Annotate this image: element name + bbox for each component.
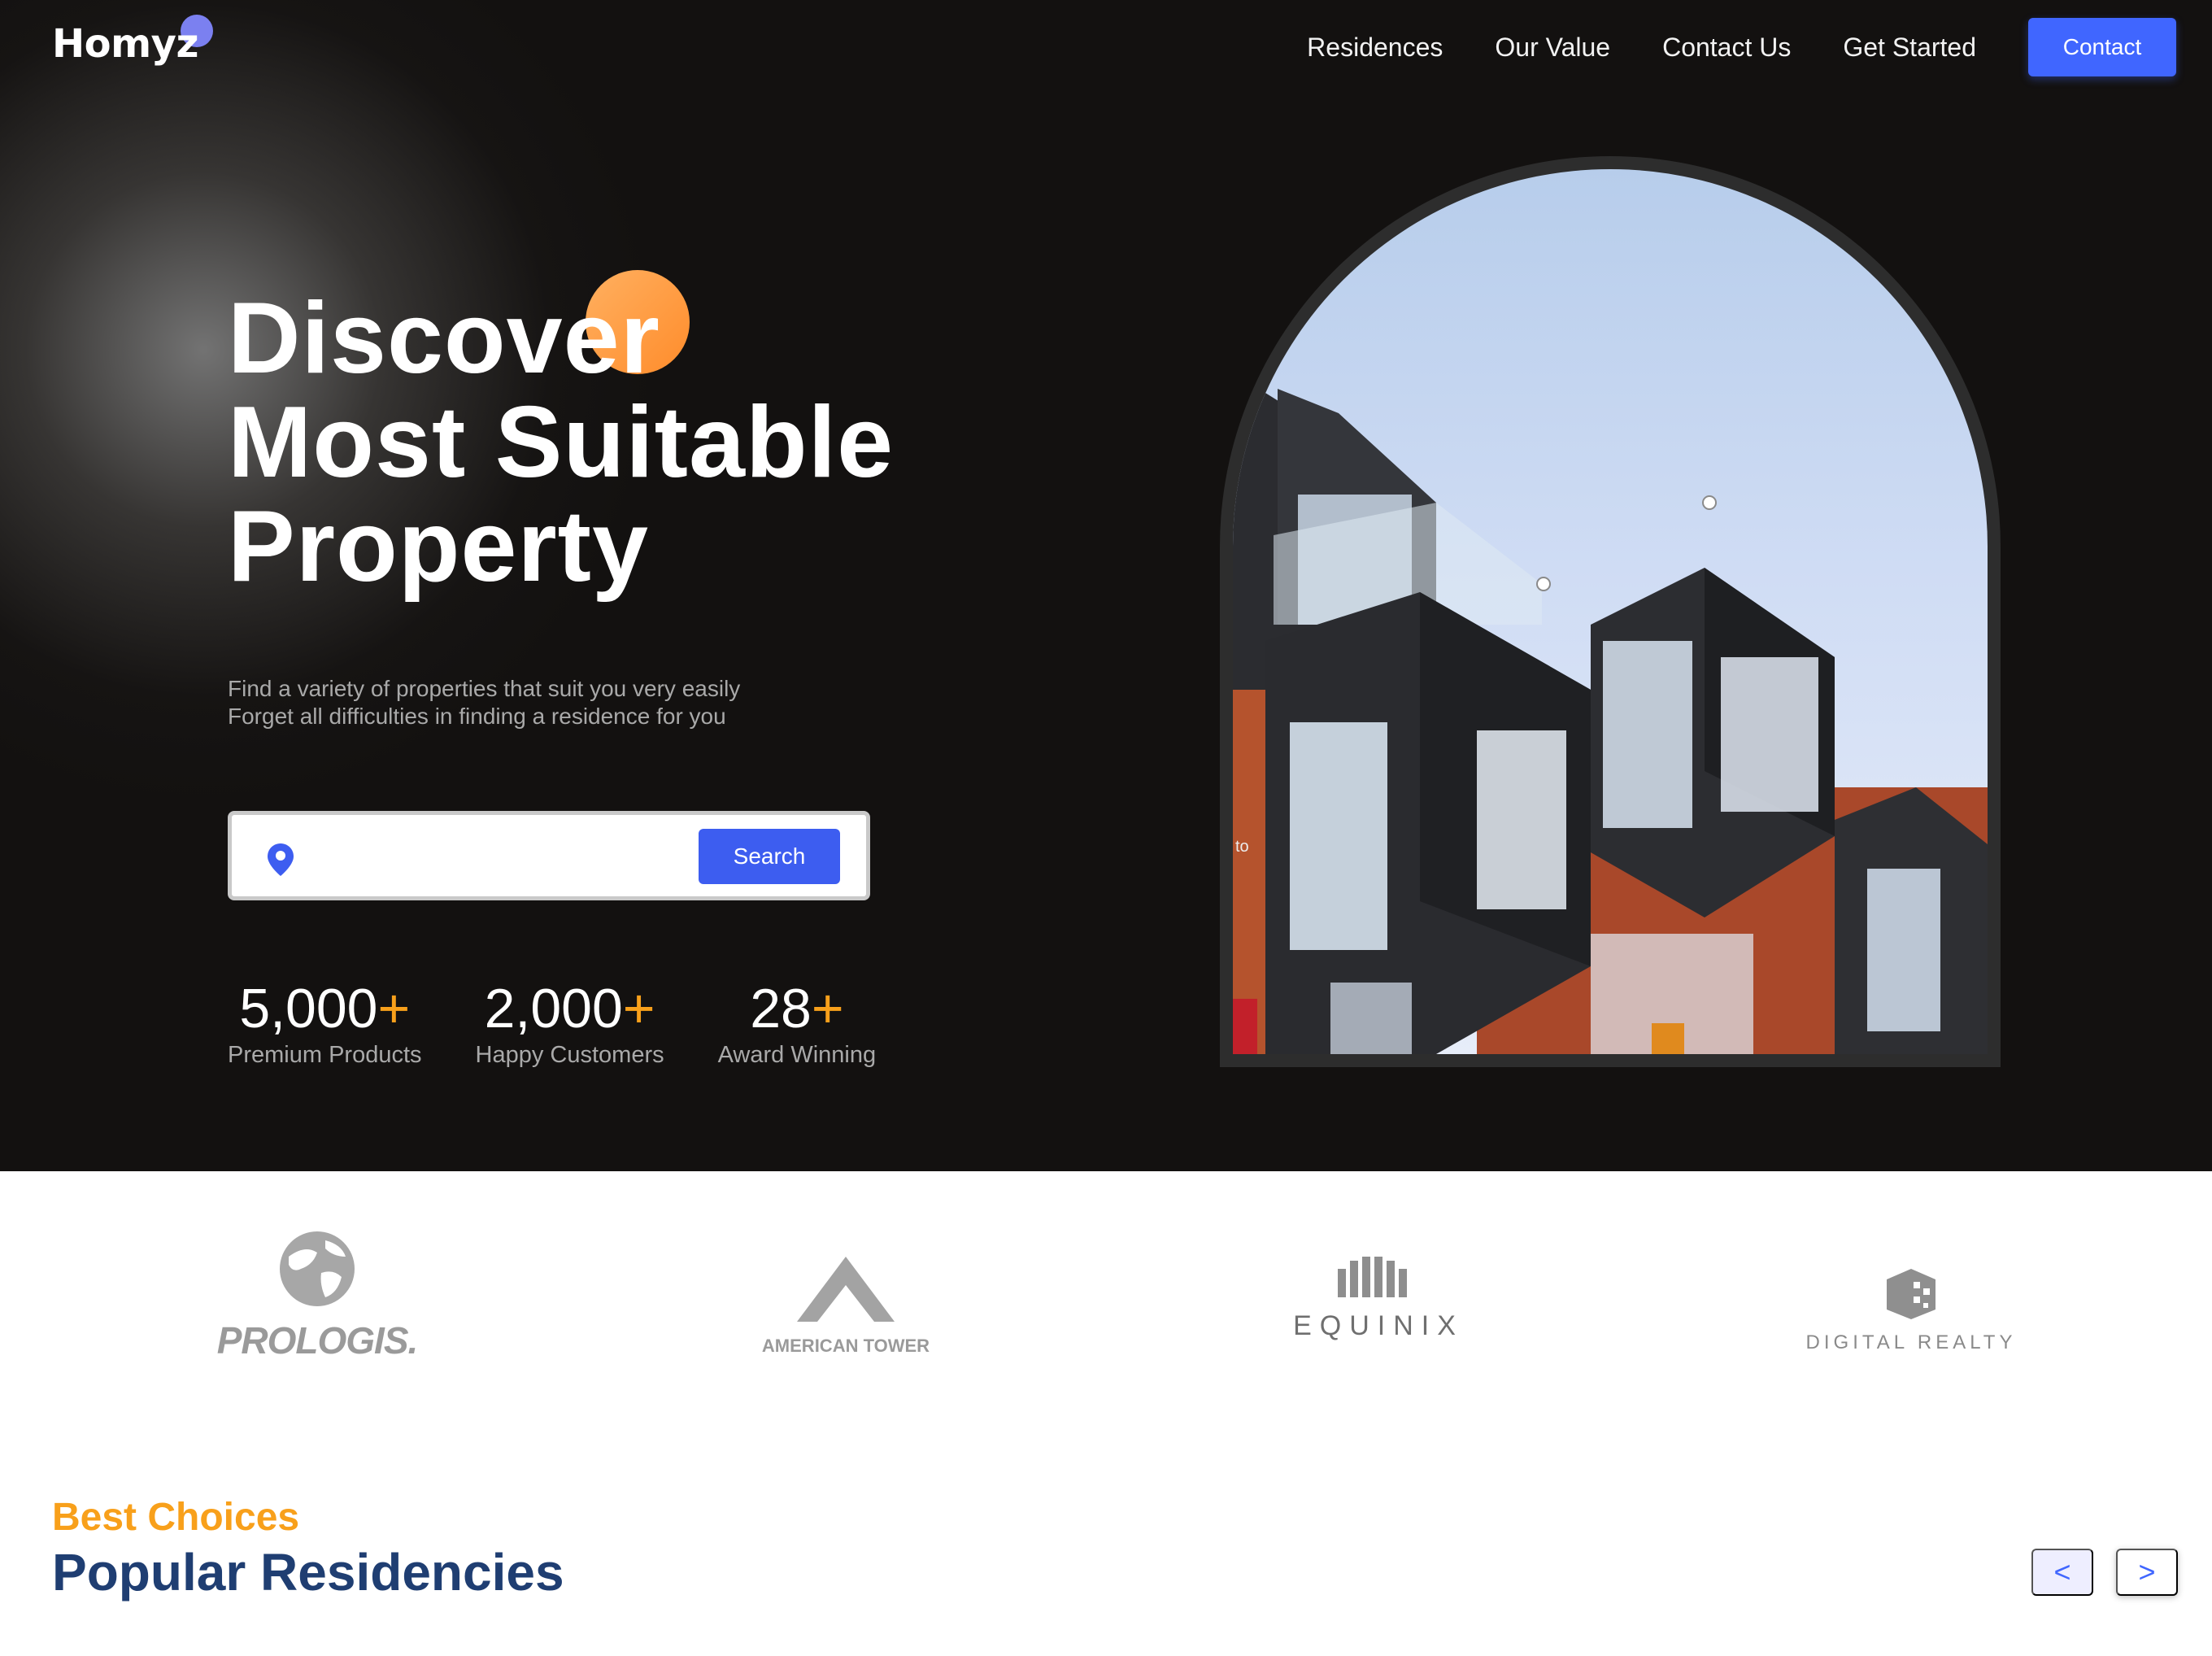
search-button[interactable]: Search [699, 829, 840, 884]
stat-premium-products: 5,000+ Premium Products [228, 976, 422, 1069]
partner-logo-digital-realty: DIGITAL REALTY [1781, 1267, 2041, 1354]
hero-title: Discover Most Suitable Property [228, 286, 894, 599]
stats-row: 5,000+ Premium Products 2,000+ Happy Cus… [228, 976, 930, 1069]
top-nav: Residences Our Value Contact Us Get Star… [1307, 18, 2176, 76]
logo-text: Homyz [52, 21, 198, 67]
stat-label: Award Winning [717, 1042, 877, 1068]
hero-subtitle: Find a variety of properties that suit y… [228, 675, 740, 730]
partner-name: EQUINIX [1293, 1310, 1464, 1341]
partner-logo-equinix: EQUINIX [1265, 1253, 1492, 1342]
stat-label: Happy Customers [475, 1042, 664, 1068]
contact-button[interactable]: Contact [2028, 18, 2176, 76]
tower-icon [797, 1257, 895, 1322]
stat-value: 5,000+ [239, 978, 411, 1039]
hero-title-line: Most Suitable [228, 386, 895, 499]
carousel-next-button[interactable]: > [2116, 1549, 2178, 1596]
partner-logo-american-tower: AMERICAN TOWER [732, 1257, 960, 1357]
hero-title-line: Discover [228, 282, 660, 394]
stat-award-winning: 28+ Award Winning [718, 976, 877, 1069]
hero-subtitle-line: Forget all difficulties in finding a res… [228, 704, 726, 729]
image-caption: to [1235, 838, 1249, 856]
stat-value: 2,000+ [484, 978, 655, 1039]
globe-icon [280, 1231, 355, 1306]
hero-image-frame: to [1220, 156, 2001, 1067]
partner-name: AMERICAN TOWER [761, 1336, 930, 1356]
stat-happy-customers: 2,000+ Happy Customers [476, 976, 664, 1069]
digital-realty-mark-icon [1887, 1269, 1936, 1319]
nav-link-our-value[interactable]: Our Value [1495, 33, 1610, 63]
hero-section: Homyz Residences Our Value Contact Us Ge… [0, 0, 2212, 1171]
hero-subtitle-line: Find a variety of properties that suit y… [228, 676, 741, 701]
location-pin-icon [266, 842, 295, 878]
section-title: Popular Residencies [52, 1543, 564, 1602]
hero-building-image: to [1233, 169, 1988, 1054]
stat-label: Premium Products [228, 1042, 422, 1068]
nav-link-contact-us[interactable]: Contact Us [1662, 33, 1791, 63]
partner-name: DIGITAL REALTY [1805, 1331, 2017, 1353]
carousel-prev-button[interactable]: < [2031, 1549, 2093, 1596]
search-input[interactable] [321, 836, 565, 877]
section-eyebrow: Best Choices [52, 1496, 300, 1539]
partner-logos: PROLOGIS. AMERICAN TOWER EQUINIX DIGITAL… [0, 1171, 2212, 1415]
hero-title-line: Property [228, 490, 649, 603]
equinix-mark-icon [1338, 1257, 1407, 1297]
nav-link-get-started[interactable]: Get Started [1843, 33, 1976, 63]
logo[interactable]: Homyz [52, 15, 213, 78]
search-bar: Search [228, 811, 870, 900]
partner-logo-prologis: PROLOGIS. [207, 1228, 427, 1362]
partner-name: PROLOGIS. [216, 1319, 419, 1362]
nav-link-residences[interactable]: Residences [1307, 33, 1443, 63]
stat-value: 28+ [750, 978, 844, 1039]
